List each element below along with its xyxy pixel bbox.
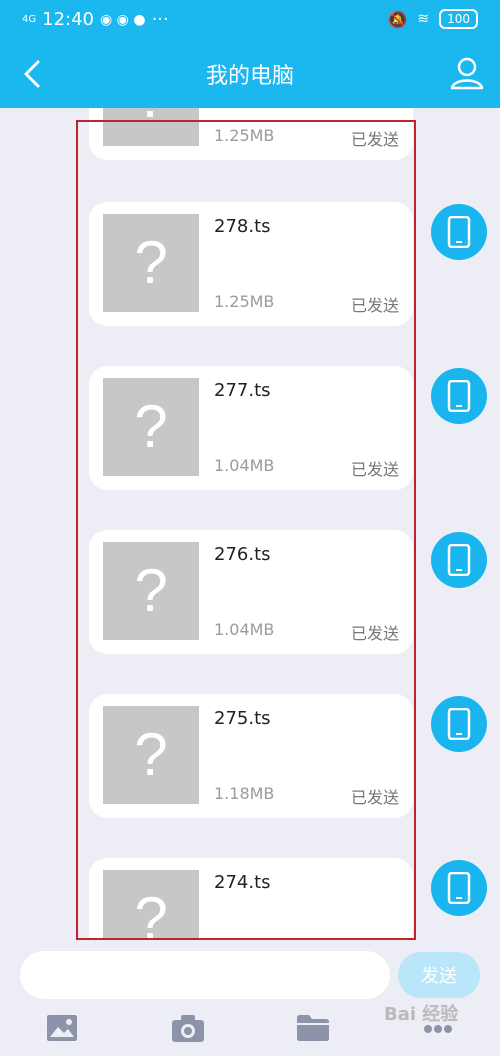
device-avatar[interactable] (431, 860, 487, 916)
file-thumbnail: ? (103, 214, 199, 312)
file-name: 274.ts (214, 872, 271, 893)
time-label: 12:40 (42, 9, 94, 30)
file-name: 275.ts (214, 708, 271, 729)
file-thumbnail: ? (103, 378, 199, 476)
file-thumbnail: ? (103, 108, 199, 146)
file-name: 277.ts (214, 380, 271, 401)
page-title: 我的电脑 (205, 64, 294, 89)
file-message[interactable]: ? 278.ts 1.25MB 已发送 (89, 202, 413, 326)
device-avatar[interactable] (431, 204, 487, 260)
file-thumbnail: ? (103, 706, 199, 804)
file-name: 278.ts (214, 216, 271, 237)
wifi-icon: ≋ (417, 11, 430, 27)
camera-icon[interactable] (171, 1014, 205, 1044)
send-status: 已发送 (350, 788, 399, 807)
unknown-file-icon: ? (103, 108, 199, 131)
file-message[interactable]: ? 275.ts 1.18MB 已发送 (89, 694, 413, 818)
send-status: 已发送 (350, 130, 399, 149)
battery-indicator: 100 (439, 9, 478, 29)
unknown-file-icon: ? (134, 885, 168, 940)
network-label: 4G (22, 13, 37, 25)
file-message[interactable]: ? 277.ts 1.04MB 已发送 (89, 366, 413, 490)
file-size: 1.25MB (214, 292, 275, 311)
send-status: 已发送 (350, 296, 399, 315)
device-avatar[interactable] (431, 532, 487, 588)
phone-icon (447, 216, 471, 248)
notification-icons: ◉ ◉ ● (100, 11, 146, 28)
status-bar: 4G 12:40 ◉ ◉ ● ··· 🔕 ≋ 100 (0, 0, 500, 40)
file-size: 1.18MB (214, 784, 275, 803)
unknown-file-icon: ? (134, 557, 168, 624)
mute-icon: 🔕 (387, 9, 408, 29)
unknown-file-icon: ? (134, 229, 168, 296)
file-message[interactable]: ? 274.ts (89, 858, 413, 940)
file-size: 1.25MB (214, 126, 275, 145)
file-thumbnail: ? (103, 542, 199, 640)
phone-icon (447, 708, 471, 740)
file-message[interactable]: ? 1.25MB 已发送 (89, 108, 413, 160)
message-list[interactable]: ? 1.25MB 已发送 ? 278.ts 1.25MB 已发送 ? 277.t… (0, 108, 500, 940)
unknown-file-icon: ? (134, 393, 168, 460)
phone-icon (447, 872, 471, 904)
phone-icon (447, 544, 471, 576)
device-avatar[interactable] (431, 368, 487, 424)
send-status: 已发送 (350, 624, 399, 643)
device-avatar[interactable] (431, 696, 487, 752)
file-size: 1.04MB (214, 456, 275, 475)
folder-icon[interactable] (296, 1014, 330, 1042)
watermark: Bai 经验 (384, 1004, 459, 1025)
unknown-file-icon: ? (134, 721, 168, 788)
file-thumbnail: ? (103, 870, 199, 940)
file-name: 276.ts (214, 544, 271, 565)
phone-icon (447, 380, 471, 412)
file-size: 1.04MB (214, 620, 275, 639)
file-message[interactable]: ? 276.ts 1.04MB 已发送 (89, 530, 413, 654)
more-notifications: ··· (151, 9, 169, 30)
composer-bar: 发送 (0, 940, 500, 1056)
message-input[interactable] (20, 951, 390, 999)
send-button[interactable]: 发送 (398, 952, 480, 998)
profile-icon[interactable] (448, 54, 486, 92)
send-status: 已发送 (350, 460, 399, 479)
image-icon[interactable] (46, 1014, 78, 1042)
title-bar: 我的电脑 (0, 40, 500, 108)
